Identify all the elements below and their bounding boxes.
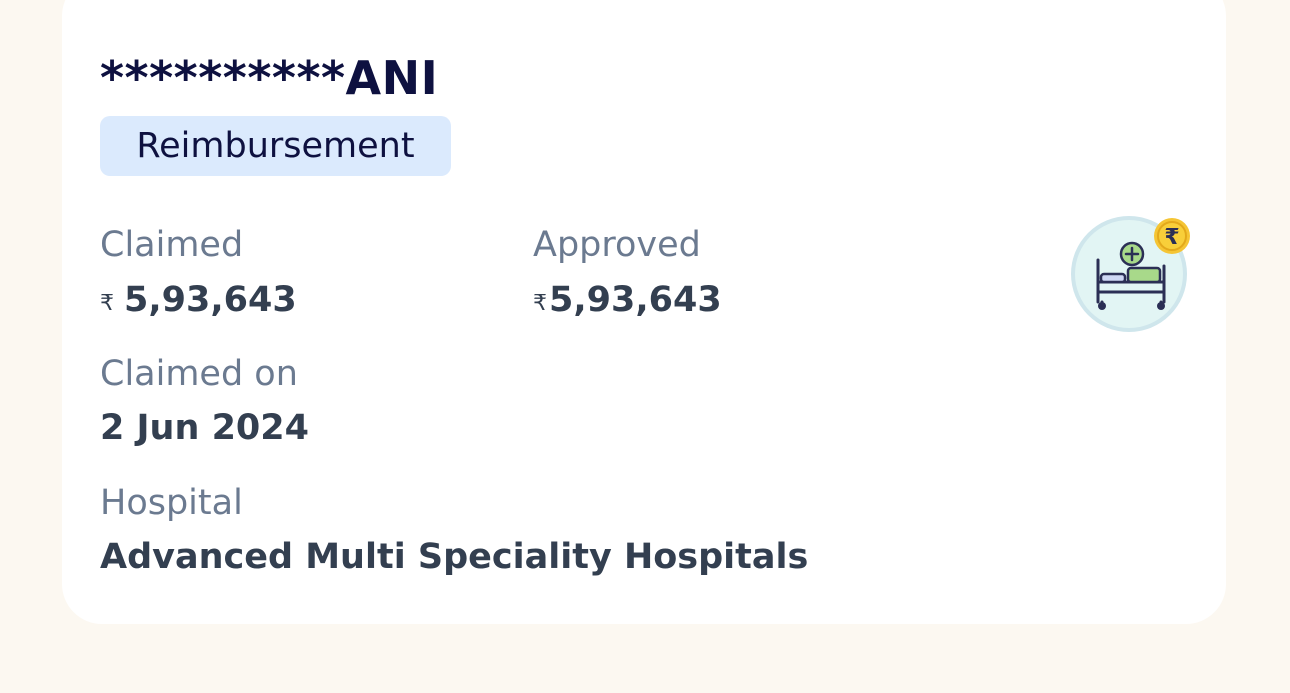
claimed-on-label: Claimed on: [100, 354, 298, 394]
claimed-on-date: 2 Jun 2024: [100, 408, 309, 448]
hospital-label: Hospital: [100, 483, 243, 523]
hospital-bed-rupee-icon: ₹: [1068, 212, 1194, 338]
claim-type-badge: Reimbursement: [100, 116, 451, 176]
approved-label: Approved: [533, 225, 701, 265]
approved-amount-value: 5,93,643: [549, 280, 722, 320]
claimed-amount-value: 5,93,643: [124, 280, 297, 320]
svg-text:₹: ₹: [1164, 225, 1179, 250]
claimed-label: Claimed: [100, 225, 244, 265]
rupee-icon: ₹: [100, 291, 114, 316]
member-name: **********ANI: [100, 51, 439, 105]
rupee-icon: ₹: [533, 291, 547, 316]
hospital-name: Advanced Multi Speciality Hospitals: [100, 537, 809, 577]
claim-type-label: Reimbursement: [136, 126, 415, 166]
claimed-amount: ₹5,93,643: [100, 280, 297, 320]
approved-amount: ₹5,93,643: [533, 280, 722, 320]
